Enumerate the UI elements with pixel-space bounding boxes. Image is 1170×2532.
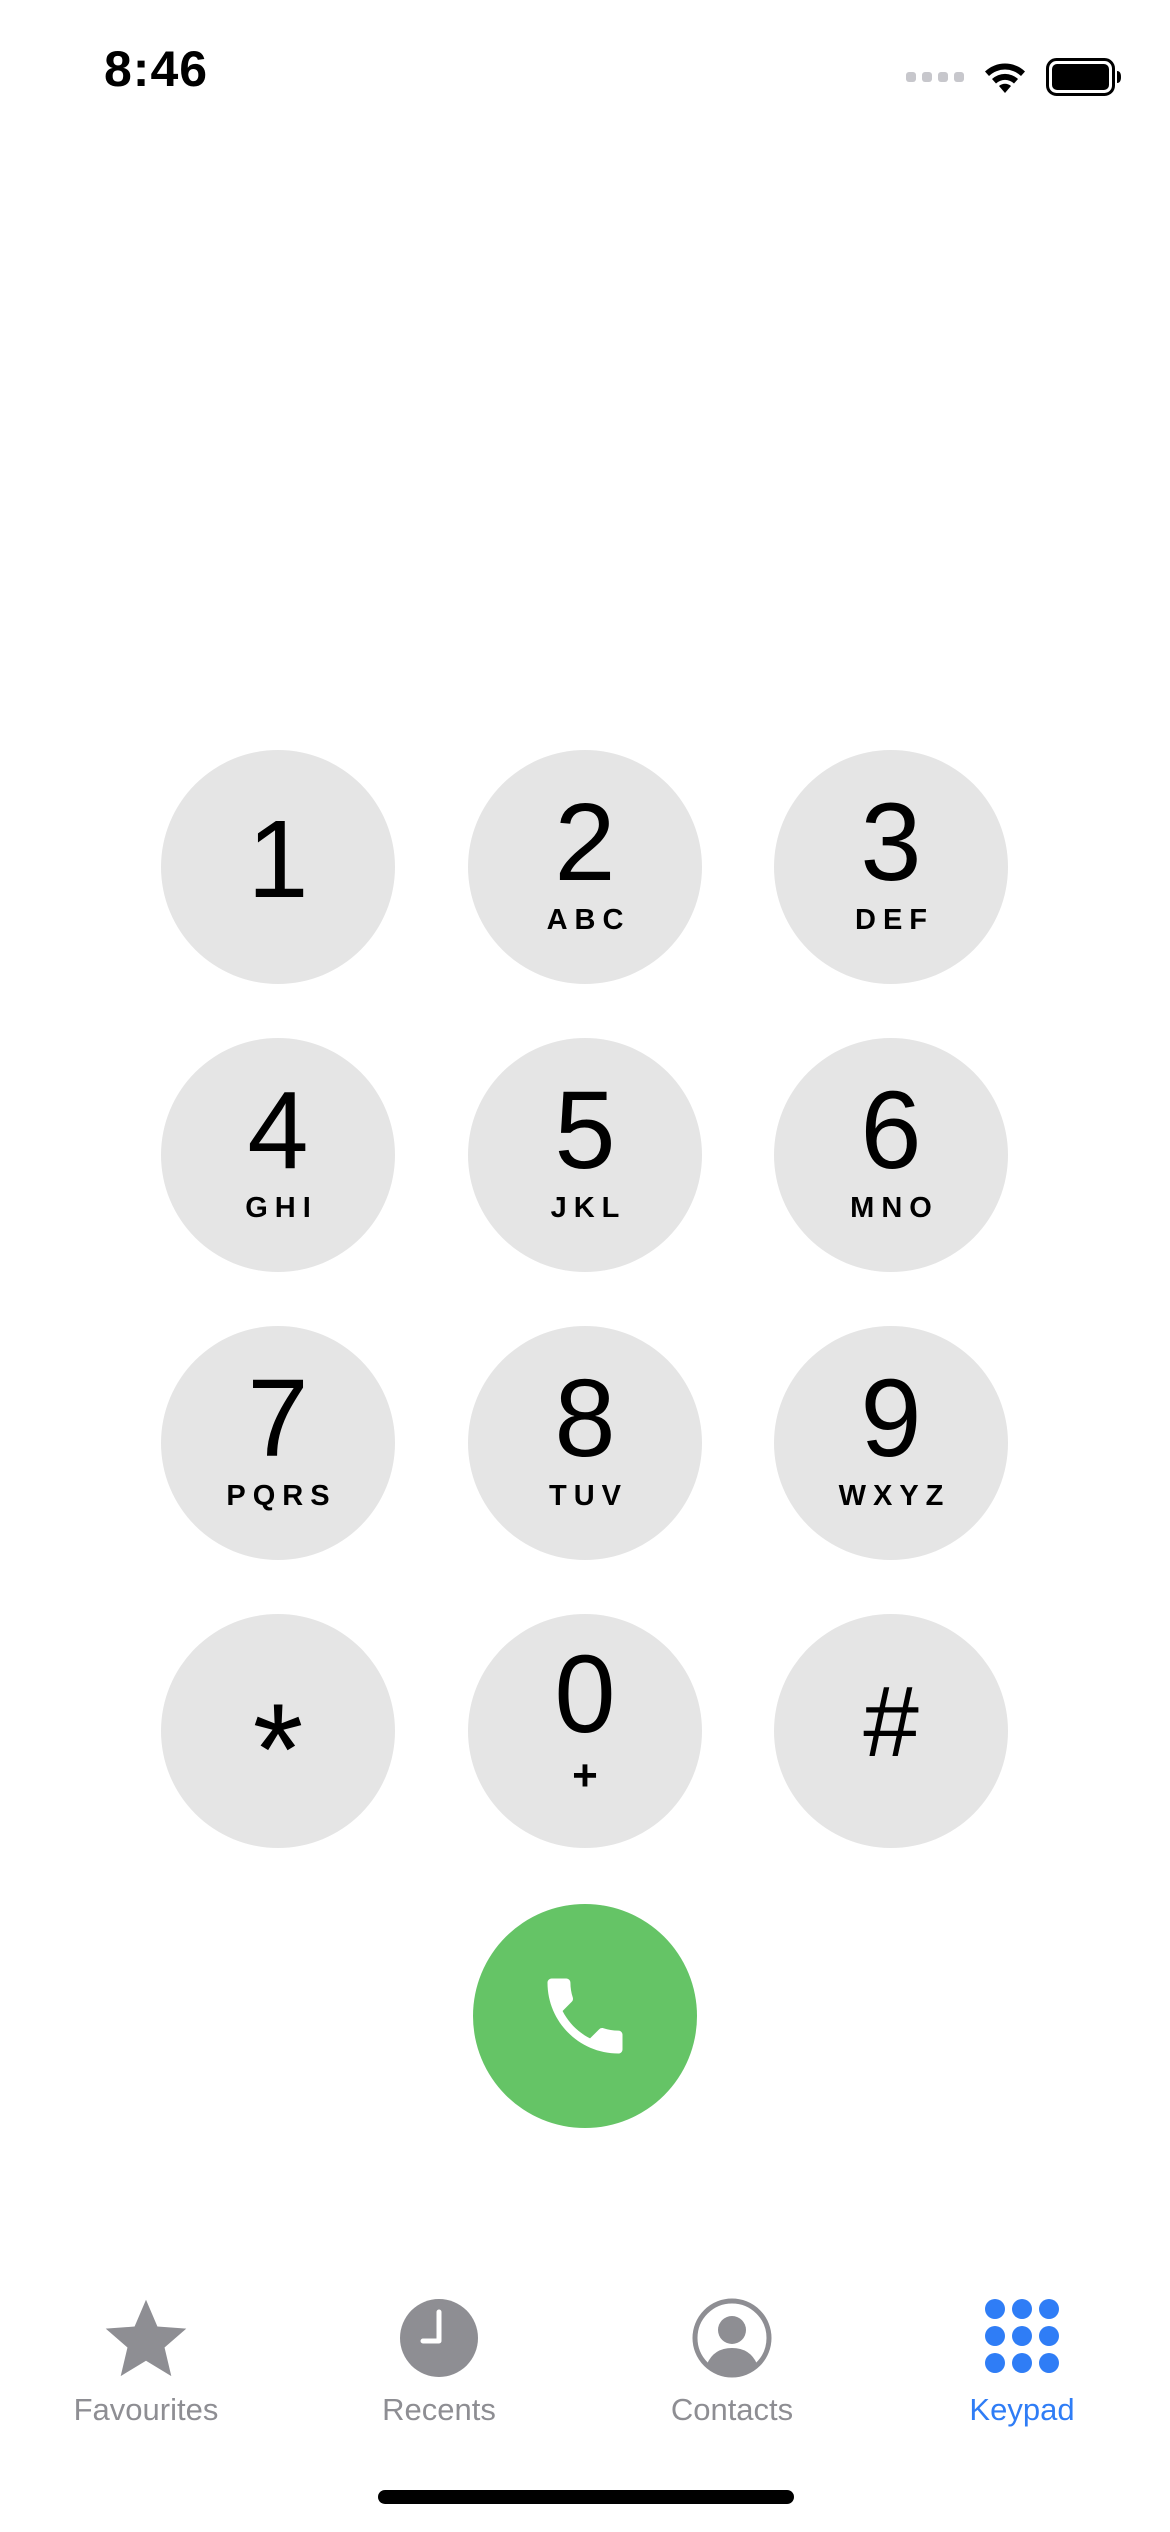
key-letters: PQRS [226,1480,337,1512]
clock-icon [400,2299,478,2377]
tab-contacts[interactable]: Contacts [607,2290,857,2440]
key-3[interactable]: 3 DEF [774,750,1008,984]
tab-recents[interactable]: Recents [314,2290,564,2440]
key-digit: # [863,1666,919,1778]
home-indicator[interactable] [378,2490,794,2504]
call-button[interactable] [473,1904,697,2128]
key-digit: 4 [247,1069,309,1192]
key-digit: 2 [554,781,616,904]
wifi-icon [985,63,1025,93]
key-digit: * [252,1676,304,1822]
phone-icon [547,1978,623,2054]
star-icon [105,2299,187,2377]
key-0[interactable]: 0 + [468,1614,702,1848]
key-digit: 1 [247,798,309,921]
tab-keypad[interactable]: Keypad [897,2290,1147,2440]
key-1[interactable]: 1 [161,750,395,984]
keypad-grid-icon [985,2299,1059,2373]
tab-label: Recents [382,2392,496,2427]
key-digit: 6 [860,1069,922,1192]
key-letters: WXYZ [838,1480,951,1512]
key-letters: TUV [549,1480,628,1512]
battery-icon [1046,58,1121,96]
status-indicators [906,52,1122,102]
key-letters: ABC [546,904,631,936]
status-time: 8:46 [104,41,209,97]
key-letters: + [572,1751,598,1800]
key-6[interactable]: 6 MNO [774,1038,1008,1272]
key-digit: 7 [247,1357,309,1480]
key-2[interactable]: 2 ABC [468,750,702,984]
key-letters: GHI [245,1192,318,1224]
tab-label: Contacts [670,2392,794,2427]
key-5[interactable]: 5 JKL [468,1038,702,1272]
key-digit: 9 [860,1357,922,1480]
key-letters: JKL [550,1192,627,1224]
tab-label: Favourites [73,2392,219,2427]
key-9[interactable]: 9 WXYZ [774,1326,1008,1560]
key-pound[interactable]: # [774,1614,1008,1848]
key-digit: 3 [860,781,922,904]
key-4[interactable]: 4 GHI [161,1038,395,1272]
key-letters: MNO [850,1192,939,1224]
tab-label: Keypad [969,2392,1075,2427]
key-digit: 8 [554,1357,616,1480]
key-digit: 5 [554,1069,616,1192]
tab-favourites[interactable]: Favourites [21,2290,271,2440]
key-digit: 0 [554,1633,616,1756]
key-8[interactable]: 8 TUV [468,1326,702,1560]
key-star[interactable]: * [161,1614,395,1848]
cellular-signal-icon [906,72,964,82]
key-letters: DEF [855,904,934,936]
person-circle-icon [692,2298,772,2378]
key-7[interactable]: 7 PQRS [161,1326,395,1560]
